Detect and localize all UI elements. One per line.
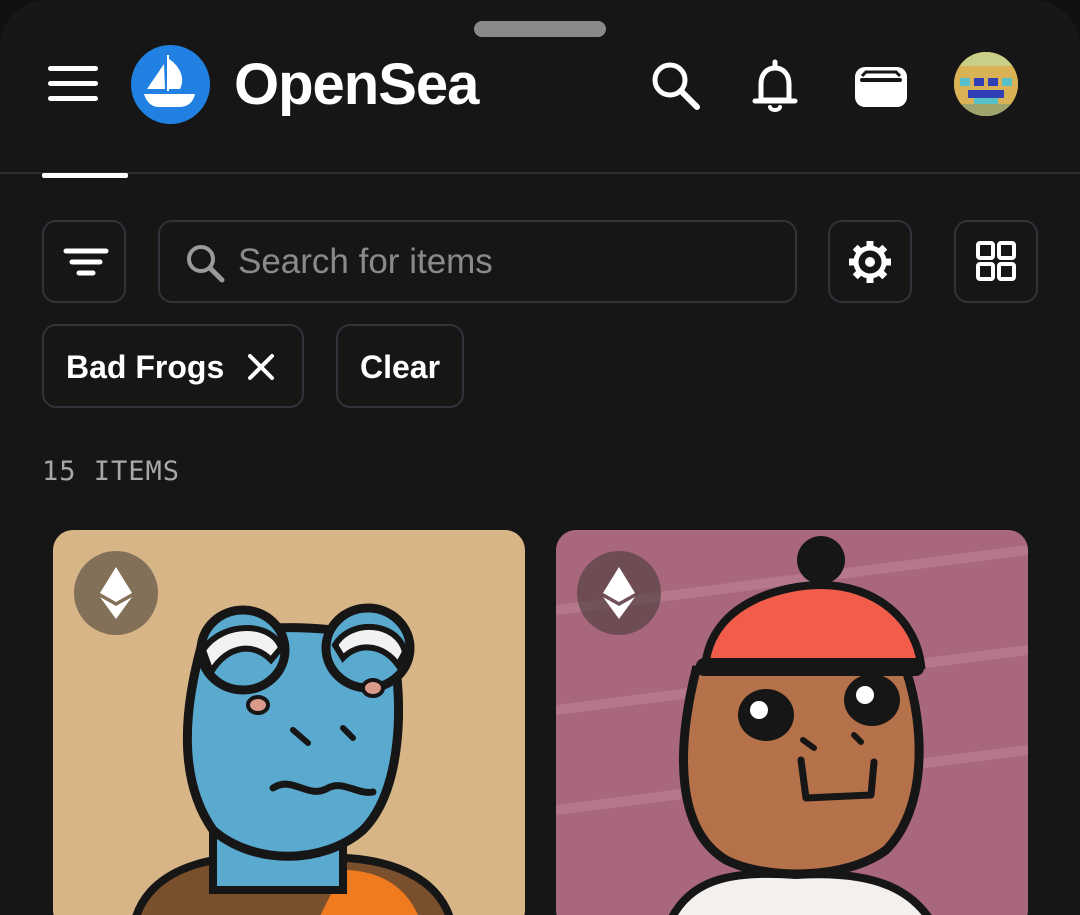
close-icon[interactable] xyxy=(244,350,278,384)
filter-chip-label: Bad Frogs xyxy=(66,349,225,385)
top-app-bar: OpenSea xyxy=(0,44,1080,128)
nft-card[interactable] xyxy=(556,530,1028,915)
ethereum-icon xyxy=(577,551,661,635)
nft-card[interactable] xyxy=(53,530,525,915)
search-icon[interactable] xyxy=(648,58,704,114)
active-tab-indicator xyxy=(42,173,128,178)
search-icon xyxy=(187,245,225,283)
settings-button[interactable] xyxy=(828,220,912,303)
clear-filters-button[interactable]: Clear xyxy=(336,324,464,408)
grid-icon xyxy=(976,241,1016,281)
bottom-sheet: OpenSea Search for items Bad Frogs Clear… xyxy=(0,0,1080,915)
gear-icon xyxy=(849,241,891,283)
bell-icon[interactable] xyxy=(747,58,803,114)
filter-chip-bad-frogs[interactable]: Bad Frogs xyxy=(42,324,304,408)
menu-icon[interactable] xyxy=(48,66,98,102)
filter-icon xyxy=(63,248,109,276)
clear-label: Clear xyxy=(360,349,441,385)
drag-handle[interactable] xyxy=(474,21,606,37)
items-count: 15 ITEMS xyxy=(42,456,181,487)
grid-view-button[interactable] xyxy=(954,220,1038,303)
brand-wordmark[interactable]: OpenSea xyxy=(234,50,479,120)
avatar[interactable] xyxy=(954,52,1018,116)
search-input[interactable] xyxy=(238,236,778,288)
ethereum-icon xyxy=(74,551,158,635)
header-divider xyxy=(0,172,1080,174)
wallet-icon[interactable] xyxy=(852,58,910,114)
filter-button[interactable] xyxy=(42,220,126,303)
opensea-logo-icon[interactable] xyxy=(131,45,210,124)
search-field[interactable] xyxy=(158,220,797,303)
